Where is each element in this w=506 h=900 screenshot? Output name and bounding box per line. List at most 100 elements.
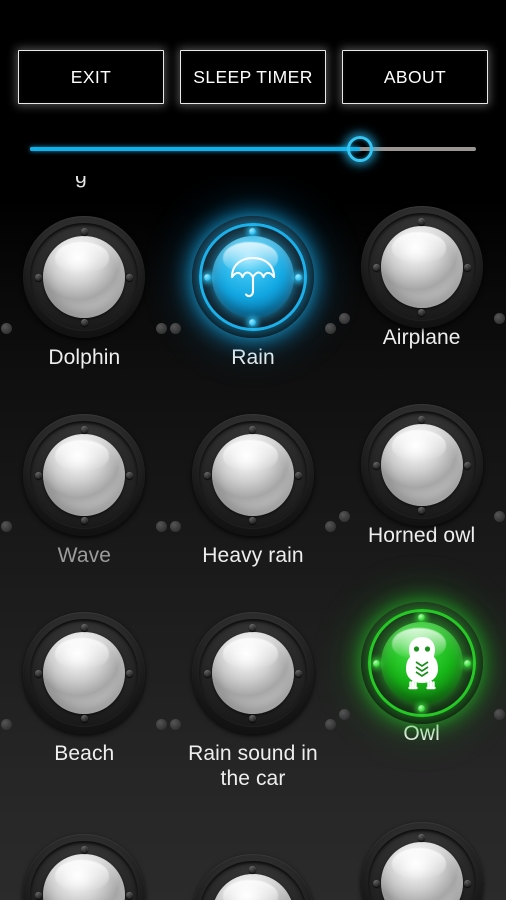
knob-outer-dot-r [324, 323, 336, 334]
toolbar-button-row: EXIT SLEEP TIMER ABOUT [0, 50, 506, 104]
sound-button-dolphin[interactable] [1, 216, 168, 338]
sound-button-row4-col2-cell [169, 854, 338, 900]
knob-screw-e [463, 879, 471, 887]
knob-outer-dot-l [1, 719, 13, 730]
knob-screw-n [249, 866, 257, 873]
knob-screw-w [203, 471, 211, 479]
sound-button-dolphin-label: Dolphin [48, 346, 121, 369]
knob-outer-dot-l [169, 521, 181, 532]
sound-button-rain-cell: Rain [169, 216, 338, 370]
sound-button-wave[interactable] [1, 414, 168, 536]
knob-screw-e [126, 273, 134, 281]
knob-dome [43, 854, 126, 900]
knob-screw-n [418, 834, 426, 841]
knob-screw-s [249, 319, 257, 326]
sound-button-wave-cell: Wave [0, 414, 169, 568]
sound-button-horned-owl-cell: Horned owl [337, 404, 506, 568]
sound-button-owl-cell: Owl [337, 602, 506, 791]
knob-outer-dot-r [324, 719, 336, 730]
knob-screw-w [203, 273, 211, 281]
knob-screw-w [372, 263, 380, 271]
knob-screw-e [126, 891, 134, 899]
knob-outer-dot-r [493, 511, 505, 522]
knob-screw-s [80, 715, 88, 722]
sound-button-heavy-rain[interactable] [169, 414, 336, 536]
sound-button-beach[interactable] [1, 612, 168, 734]
sound-button-row4-col2[interactable] [191, 854, 314, 900]
knob-dome [43, 632, 126, 714]
knob-screw-n [418, 218, 426, 225]
sound-button-airplane-label: Airplane [382, 326, 461, 349]
sound-button-rain[interactable] [169, 216, 336, 338]
knob-dome [380, 424, 463, 506]
volume-slider-thumb[interactable] [347, 136, 374, 162]
knob-outer-dot-l [169, 323, 181, 334]
sound-grid-row: Beach Rain sound in the car Owl [0, 602, 506, 791]
sound-button-rain-in-the-car-label: Rain sound in the car [188, 742, 318, 790]
knob-outer-dot-r [156, 719, 168, 730]
knob-outer-dot-l [338, 709, 350, 720]
sound-button-row4-col3-cell [337, 822, 506, 900]
volume-slider-fill [30, 147, 361, 151]
knob-dome [211, 632, 294, 714]
knob-screw-w [372, 461, 380, 469]
sound-button-horned-owl[interactable] [338, 404, 505, 526]
knob-screw-e [126, 471, 134, 479]
knob-screw-e [463, 659, 471, 667]
knob-outer-dot-l [338, 511, 350, 522]
knob-screw-e [294, 669, 302, 677]
knob-screw-s [418, 507, 426, 514]
knob-dome [211, 434, 294, 516]
sound-grid-row: Dolphin Rain Airplane [0, 206, 506, 370]
knob-dome [211, 874, 294, 900]
sound-button-wave-label: Wave [57, 544, 111, 567]
sound-button-row4-col3[interactable] [360, 822, 483, 900]
knob-screw-n [249, 228, 257, 235]
knob-screw-n [80, 846, 88, 853]
sound-button-beach-label: Beach [54, 742, 115, 765]
knob-outer-dot-r [493, 313, 505, 324]
sound-button-rain-in-the-car[interactable] [169, 612, 336, 734]
sound-button-owl-label: Owl [403, 722, 440, 745]
knob-screw-s [418, 705, 426, 712]
knob-dome [211, 236, 294, 318]
knob-outer-dot-l [1, 323, 13, 334]
knob-screw-w [35, 891, 43, 899]
knob-outer-dot-l [1, 521, 13, 532]
knob-outer-dot-r [156, 521, 168, 532]
about-button[interactable]: ABOUT [342, 50, 488, 104]
knob-screw-e [463, 461, 471, 469]
knob-screw-n [80, 624, 88, 631]
volume-slider[interactable] [0, 126, 506, 172]
sound-grid-row [0, 810, 506, 900]
app-root: EXIT SLEEP TIMER ABOUT g Dolphin Rain Airp… [0, 0, 506, 900]
knob-screw-s [80, 517, 88, 524]
knob-screw-s [418, 309, 426, 316]
knob-outer-dot-l [338, 313, 350, 324]
sound-button-beach-cell: Beach [0, 612, 169, 791]
knob-screw-w [35, 669, 43, 677]
sound-button-airplane[interactable] [338, 206, 505, 328]
exit-button[interactable]: EXIT [18, 50, 164, 104]
knob-screw-n [418, 614, 426, 621]
volume-slider-track[interactable] [30, 136, 476, 162]
knob-screw-s [249, 715, 257, 722]
sound-button-rain-label: Rain [231, 346, 275, 369]
knob-screw-n [80, 426, 88, 433]
sound-button-owl[interactable] [338, 602, 505, 724]
knob-screw-w [35, 471, 43, 479]
knob-dome [43, 236, 126, 318]
sound-button-airplane-cell: Airplane [337, 206, 506, 370]
knob-screw-w [203, 669, 211, 677]
top-toolbar: EXIT SLEEP TIMER ABOUT [0, 0, 506, 118]
sound-grid: g Dolphin Rain Airplane Wave Heavy rain Horne… [0, 176, 506, 900]
knob-screw-n [80, 228, 88, 235]
sleep-timer-button[interactable]: SLEEP TIMER [180, 50, 326, 104]
knob-screw-n [249, 624, 257, 631]
knob-screw-s [249, 517, 257, 524]
sound-button-rain-in-the-car-cell: Rain sound in the car [169, 612, 338, 791]
sound-button-row4-col1[interactable] [23, 834, 146, 900]
knob-dome [380, 842, 463, 900]
knob-dome [43, 434, 126, 516]
knob-screw-n [249, 426, 257, 433]
